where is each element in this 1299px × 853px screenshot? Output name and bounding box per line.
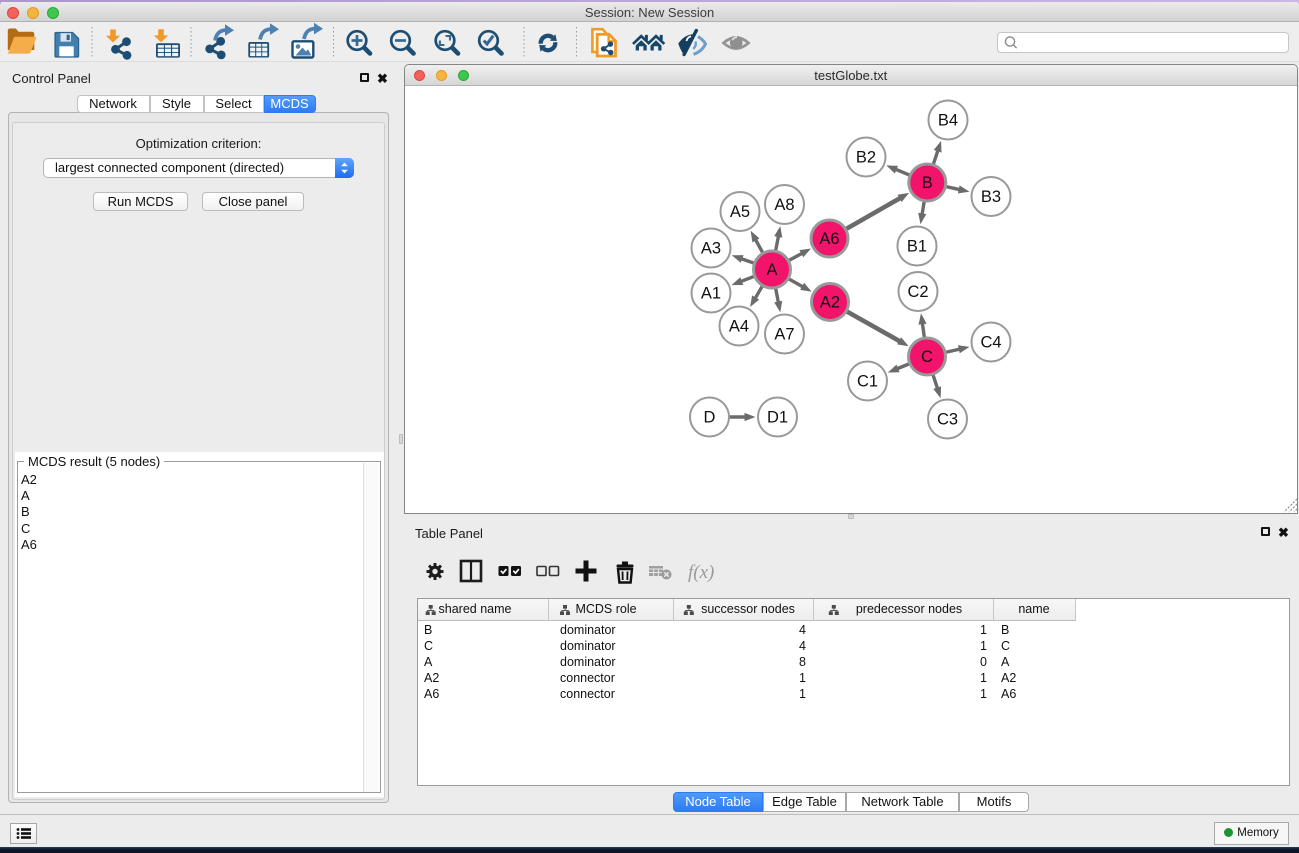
svg-text:f(x): f(x): [688, 562, 714, 583]
